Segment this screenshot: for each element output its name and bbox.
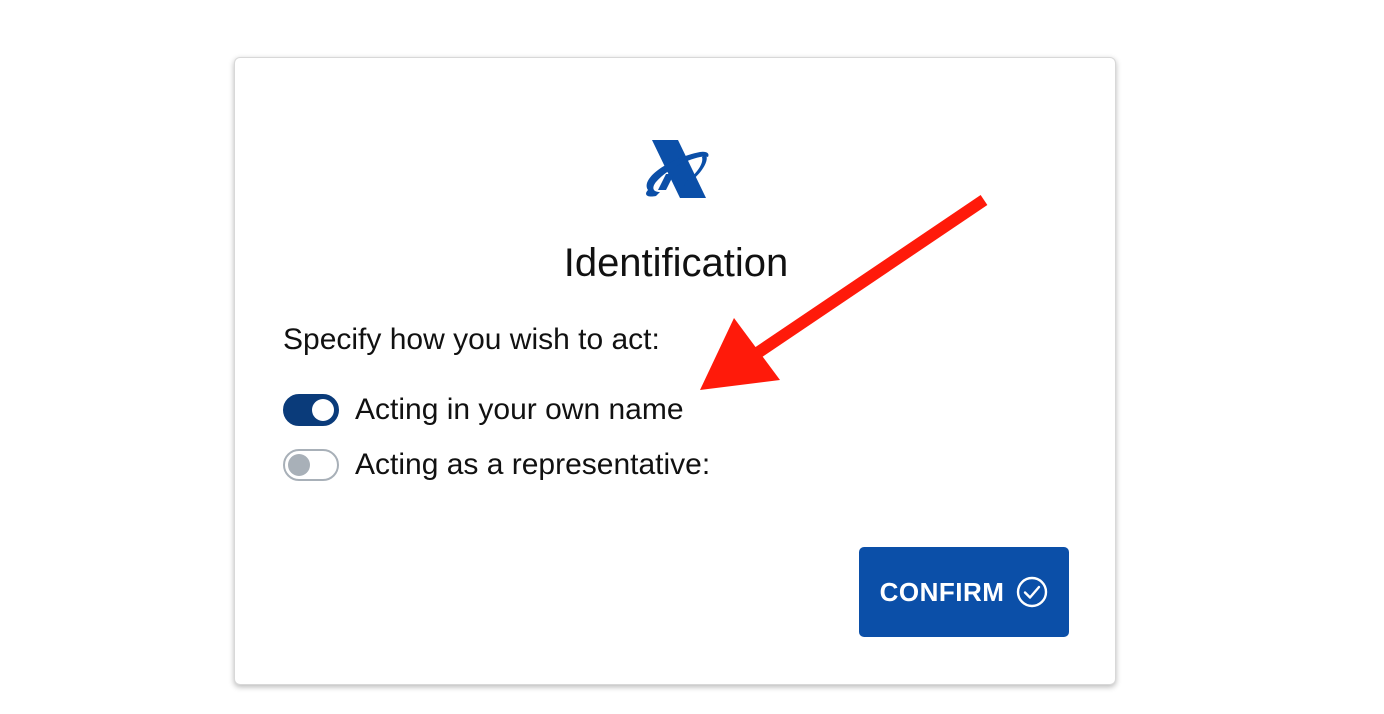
option-own-name[interactable]: Acting in your own name — [283, 392, 684, 428]
check-circle-icon — [1017, 576, 1048, 608]
confirm-button[interactable]: CONFIRM — [859, 547, 1069, 637]
own-name-label: Acting in your own name — [355, 393, 684, 426]
act-prompt: Specify how you wish to act: — [283, 323, 660, 356]
representative-toggle[interactable] — [283, 449, 339, 481]
option-representative[interactable]: Acting as a representative: — [283, 447, 710, 483]
confirm-label: CONFIRM — [879, 577, 1005, 607]
representative-label: Acting as a representative: — [355, 448, 711, 481]
toggle-knob — [312, 399, 334, 421]
toggle-knob — [288, 454, 310, 476]
own-name-toggle[interactable] — [283, 394, 339, 426]
red-arrow-icon — [700, 195, 988, 390]
